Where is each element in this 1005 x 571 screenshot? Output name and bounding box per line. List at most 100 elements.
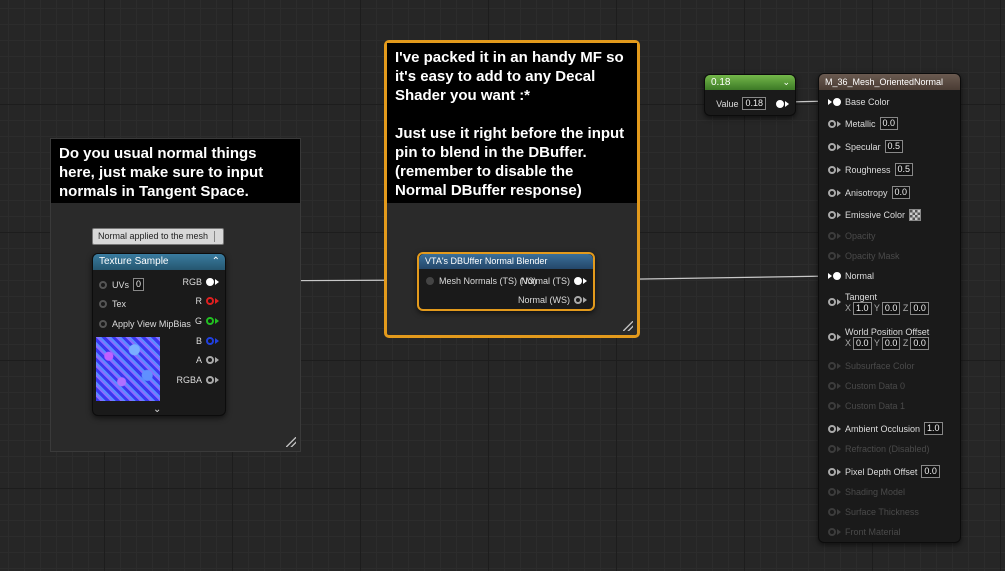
pin-label: Tex bbox=[112, 299, 127, 309]
scalar-parameter-node[interactable]: 0.18 ⌄ Value 0.18 bbox=[704, 74, 796, 116]
pin-anisotropy[interactable]: Anisotropy 0.0 bbox=[828, 186, 911, 199]
pin-pixel-depth-offset[interactable]: Pixel Depth Offset 0.0 bbox=[828, 465, 940, 478]
node-title: Texture Sample bbox=[99, 256, 169, 267]
pin-dot-icon[interactable] bbox=[206, 278, 214, 286]
pin-r[interactable]: R bbox=[195, 296, 219, 306]
pin-dot-icon[interactable] bbox=[833, 98, 841, 106]
pin-dot-icon bbox=[828, 382, 836, 390]
pin-tangent[interactable]: Tangent X 1.0 Y 0.0 Z 0.0 bbox=[828, 292, 929, 315]
pin-dot-icon bbox=[828, 488, 836, 496]
pin-tex[interactable]: Tex bbox=[99, 299, 126, 309]
pin-rgba[interactable]: RGBA bbox=[176, 375, 219, 385]
ao-value[interactable]: 1.0 bbox=[924, 422, 943, 435]
pin-label: Ambient Occlusion bbox=[845, 423, 921, 434]
dropdown-chevron-icon[interactable]: ⌄ bbox=[782, 75, 790, 90]
pin-dot-icon[interactable] bbox=[206, 297, 214, 305]
pin-dot-icon[interactable] bbox=[828, 188, 836, 197]
pin-rgb[interactable]: RGB bbox=[182, 277, 219, 287]
node-header[interactable]: 0.18 ⌄ bbox=[705, 75, 795, 90]
pin-world-position-offset[interactable]: World Position Offset X 0.0 Y 0.0 Z 0.0 bbox=[828, 327, 929, 350]
pin-roughness[interactable]: Roughness 0.5 bbox=[828, 163, 914, 176]
pin-apply-view-mipbias[interactable]: Apply View MipBias bbox=[99, 319, 191, 329]
node-title: 0.18 bbox=[711, 77, 731, 88]
metallic-value[interactable]: 0.0 bbox=[879, 117, 899, 130]
pin-dot-icon[interactable] bbox=[828, 467, 836, 476]
texture-sample-node[interactable]: Texture Sample ⌃ UVs 0 Tex Apply View Mi… bbox=[92, 253, 226, 416]
tangent-y-value[interactable]: 0.0 bbox=[881, 302, 901, 315]
wpo-x-value[interactable]: 0.0 bbox=[853, 337, 872, 350]
color-swatch-icon[interactable] bbox=[909, 209, 922, 221]
node-header[interactable]: VTA's DBUffer Normal Blender bbox=[419, 254, 593, 269]
pin-dot-icon[interactable] bbox=[206, 376, 214, 384]
pin-dot-icon[interactable] bbox=[574, 296, 582, 304]
expand-chevron-icon[interactable]: ⌄ bbox=[153, 404, 161, 415]
resize-handle-icon[interactable] bbox=[623, 321, 633, 331]
pdo-value[interactable]: 0.0 bbox=[921, 465, 940, 478]
pin-dot-icon[interactable] bbox=[99, 320, 107, 328]
pin-emissive-color[interactable]: Emissive Color bbox=[828, 209, 922, 221]
pin-label: Custom Data 0 bbox=[845, 381, 906, 391]
tangent-z-value[interactable]: 0.0 bbox=[910, 302, 929, 315]
pin-label: Subsurface Color bbox=[845, 361, 915, 371]
pin-specular[interactable]: Specular 0.5 bbox=[828, 140, 904, 153]
collapse-chevron-icon[interactable]: ⌃ bbox=[212, 254, 220, 270]
pin-dot-icon[interactable] bbox=[828, 142, 836, 151]
pin-dot-icon[interactable] bbox=[828, 211, 836, 219]
pin-mesh-normals[interactable]: Mesh Normals (TS) (V3) bbox=[426, 276, 537, 286]
uvs-value[interactable]: 0 bbox=[133, 278, 145, 291]
texture-preview-thumbnail bbox=[96, 337, 160, 401]
pin-label: Opacity Mask bbox=[845, 251, 900, 261]
tangent-x-value[interactable]: 1.0 bbox=[853, 302, 872, 315]
pin-dot-icon[interactable] bbox=[833, 272, 841, 280]
pin-dot-icon bbox=[828, 362, 836, 370]
pin-b[interactable]: B bbox=[196, 336, 219, 346]
pin-label: Tangent bbox=[845, 292, 878, 302]
specular-value[interactable]: 0.5 bbox=[884, 140, 904, 153]
pin-label: Surface Thickness bbox=[845, 507, 919, 517]
pin-dot-icon[interactable] bbox=[828, 165, 836, 174]
pin-label: Shading Model bbox=[845, 487, 906, 497]
pin-normal-ts[interactable]: Normal (TS) bbox=[521, 276, 587, 286]
pin-label: Emissive Color bbox=[845, 210, 906, 220]
pin-dot-icon[interactable] bbox=[206, 317, 214, 325]
node-header[interactable]: Texture Sample ⌃ bbox=[93, 254, 225, 270]
pin-normal[interactable]: Normal bbox=[828, 271, 874, 281]
pin-dot-icon[interactable] bbox=[828, 333, 836, 341]
pin-dot-icon[interactable] bbox=[206, 337, 214, 345]
node-header[interactable]: M_36_Mesh_OrientedNormal bbox=[819, 74, 960, 90]
pin-g[interactable]: G bbox=[195, 316, 219, 326]
pin-dot-icon[interactable] bbox=[99, 280, 107, 289]
pin-dot-icon[interactable] bbox=[206, 356, 214, 364]
node-comment-bubble[interactable]: Normal applied to the mesh bbox=[92, 228, 224, 245]
pin-dot-icon bbox=[828, 528, 836, 536]
value-field[interactable]: 0.18 bbox=[742, 97, 766, 110]
pin-dot-icon[interactable] bbox=[828, 298, 836, 306]
pin-a[interactable]: A bbox=[196, 355, 219, 365]
pin-normal-ws[interactable]: Normal (WS) bbox=[518, 295, 587, 305]
pin-bubble-icon[interactable] bbox=[214, 231, 221, 242]
pin-dot-icon[interactable] bbox=[828, 424, 836, 433]
wpo-z-value[interactable]: 0.0 bbox=[910, 337, 929, 350]
pin-dot-icon[interactable] bbox=[99, 300, 107, 308]
pin-base-color[interactable]: Base Color bbox=[828, 97, 890, 107]
dbuffer-normal-blender-node[interactable]: VTA's DBUffer Normal Blender Mesh Normal… bbox=[417, 252, 595, 311]
pin-metallic[interactable]: Metallic 0.0 bbox=[828, 117, 899, 130]
pin-uvs[interactable]: UVs 0 bbox=[99, 278, 145, 291]
wpo-y-value[interactable]: 0.0 bbox=[881, 337, 901, 350]
pin-dot-icon bbox=[828, 402, 836, 410]
pin-label: Anisotropy bbox=[845, 187, 888, 198]
material-result-node[interactable]: M_36_Mesh_OrientedNormal Base Color Meta… bbox=[818, 73, 961, 543]
pin-dot-icon[interactable] bbox=[426, 277, 434, 285]
pin-dot-icon[interactable] bbox=[828, 119, 836, 128]
pin-ambient-occlusion[interactable]: Ambient Occlusion 1.0 bbox=[828, 422, 943, 435]
pin-label: R bbox=[195, 296, 203, 306]
resize-handle-icon[interactable] bbox=[286, 437, 296, 447]
pin-value[interactable]: Value 0.18 bbox=[716, 97, 789, 110]
roughness-value[interactable]: 0.5 bbox=[894, 163, 914, 176]
pin-label: Apply View MipBias bbox=[112, 319, 191, 329]
pin-opacity-mask: Opacity Mask bbox=[828, 251, 900, 261]
pin-dot-icon[interactable] bbox=[574, 277, 582, 285]
pin-dot-icon[interactable] bbox=[776, 99, 784, 108]
pin-opacity: Opacity bbox=[828, 231, 876, 241]
anisotropy-value[interactable]: 0.0 bbox=[891, 186, 911, 199]
